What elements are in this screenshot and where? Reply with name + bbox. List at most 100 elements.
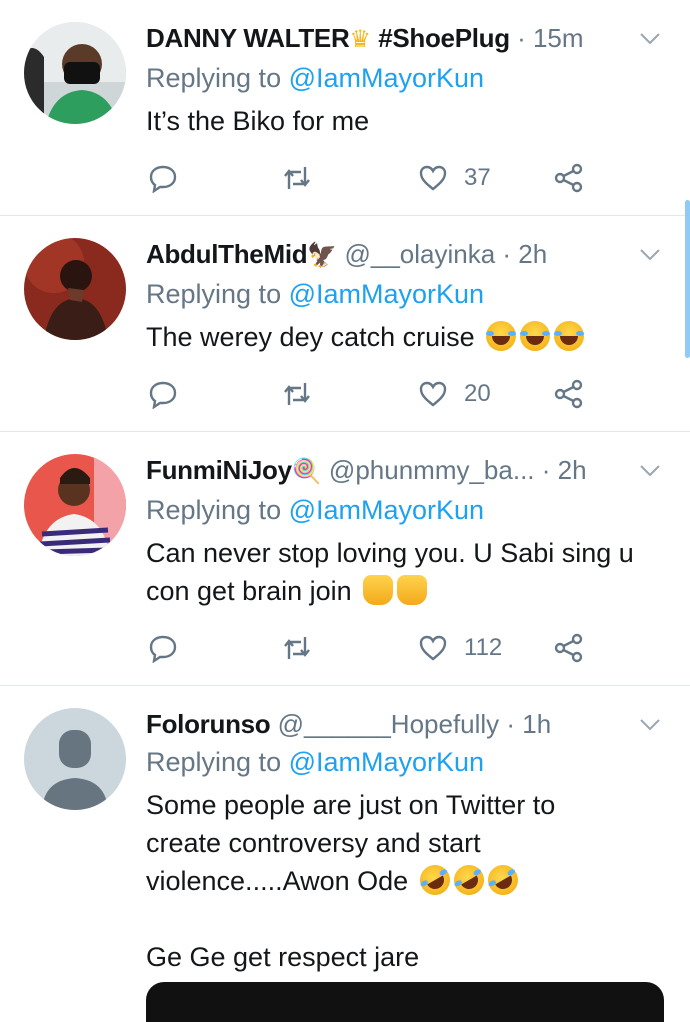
tweet-text-line: Ge Ge get respect jare (146, 942, 420, 972)
laughing-emoji (554, 321, 585, 351)
like-count: 20 (464, 380, 491, 407)
handle[interactable]: @phunmmy_ba... (329, 455, 535, 485)
chevron-down-icon[interactable] (638, 242, 662, 266)
tweet-text: Can never stop loving you. U Sabi sing u… (146, 534, 660, 610)
tweet[interactable]: DANNY WALTER♛ #ShoePlug · 15m Replying t… (0, 0, 690, 216)
reply-icon (149, 165, 177, 193)
retweet-icon (284, 167, 310, 189)
mention-link[interactable]: @IamMayorKun (289, 747, 484, 777)
rofl-emoji (414, 859, 456, 901)
handle[interactable]: @__olayinka (344, 239, 495, 269)
crown-emoji: ♛ (349, 26, 371, 53)
avatar[interactable] (24, 238, 126, 340)
tweet-text-line (146, 900, 660, 938)
raising-hands-emoji (397, 575, 428, 605)
separator: · (509, 23, 533, 53)
tweet-actions: 112 (146, 628, 600, 668)
replying-prefix: Replying to (146, 495, 289, 525)
tweet[interactable]: Folorunso @______Hopefully · 1h Replying… (0, 686, 690, 996)
mention-link[interactable]: @IamMayorKun (289, 63, 484, 93)
timestamp[interactable]: 15m (533, 23, 584, 53)
tweet-text-span: con get brain join (146, 576, 352, 606)
lollipop-emoji: 🍭 (291, 458, 322, 485)
tweet-text-line: violence.....Awon Ode (146, 859, 660, 901)
tweet-text: Some people are just on Twitter to creat… (146, 786, 660, 976)
name-suffix: #ShoePlug (378, 23, 510, 53)
like-button[interactable]: 112 (418, 628, 502, 668)
share-icon (554, 163, 583, 193)
tweet-text-line: create controversy and start (146, 828, 481, 858)
share-button[interactable] (554, 374, 584, 414)
reply-button[interactable] (148, 158, 178, 198)
retweet-icon (284, 637, 310, 659)
replying-to: Replying to @IamMayorKun (146, 492, 484, 528)
mention-link[interactable]: @IamMayorKun (289, 279, 484, 309)
replying-to: Replying to @IamMayorKun (146, 744, 484, 780)
separator: · (534, 455, 558, 485)
timestamp[interactable]: 2h (558, 455, 587, 485)
eagle-emoji: 🦅 (307, 242, 338, 269)
chevron-down-icon[interactable] (638, 712, 662, 736)
avatar[interactable] (24, 22, 126, 124)
heart-icon (419, 165, 447, 191)
like-button[interactable]: 20 (418, 374, 491, 414)
tweet-text-span: violence.....Awon Ode (146, 866, 409, 896)
tweet[interactable]: FunmiNiJoy🍭 @phunmmy_ba... · 2h Replying… (0, 432, 690, 686)
display-name[interactable]: DANNY WALTER (146, 23, 350, 53)
heart-icon (419, 635, 447, 661)
avatar[interactable] (24, 454, 126, 556)
replying-prefix: Replying to (146, 747, 289, 777)
replying-to: Replying to @IamMayorKun (146, 276, 484, 312)
retweet-icon (284, 383, 310, 405)
like-button[interactable]: 37 (418, 158, 491, 198)
retweet-button[interactable] (282, 628, 312, 668)
avatar[interactable] (24, 708, 126, 810)
chevron-down-icon[interactable] (638, 26, 662, 50)
reply-button[interactable] (148, 628, 178, 668)
separator: · (495, 239, 519, 269)
laughing-emoji (486, 321, 517, 351)
laughing-emoji (520, 321, 551, 351)
tweet-text-line: Some people are just on Twitter to (146, 790, 556, 820)
display-name[interactable]: Folorunso (146, 709, 271, 739)
retweet-button[interactable] (282, 374, 312, 414)
share-icon (554, 633, 583, 663)
tweet[interactable]: AbdulTheMid🦅 @__olayinka · 2h Replying t… (0, 216, 690, 432)
timestamp[interactable]: 2h (518, 239, 547, 269)
reply-button[interactable] (148, 374, 178, 414)
chevron-down-icon[interactable] (638, 458, 662, 482)
replying-prefix: Replying to (146, 63, 289, 93)
share-button[interactable] (554, 628, 584, 668)
separator: · (499, 709, 523, 739)
heart-icon (419, 381, 447, 407)
tweet-text-line: It’s the Biko for me (146, 106, 370, 136)
replying-prefix: Replying to (146, 279, 289, 309)
display-name[interactable]: FunmiNiJoy (146, 455, 292, 485)
scrollbar[interactable] (685, 200, 690, 358)
timestamp[interactable]: 1h (522, 709, 551, 739)
rofl-emoji (482, 859, 524, 901)
share-button[interactable] (554, 158, 584, 198)
handle[interactable]: @______Hopefully (278, 709, 500, 739)
tweet-text-line: Can never stop loving you. U Sabi sing u (146, 538, 634, 568)
tweet-actions: 37 (146, 158, 600, 198)
tweet-actions: 20 (146, 374, 600, 414)
tweet-header: AbdulTheMid🦅 @__olayinka · 2h (146, 236, 620, 272)
reply-icon (149, 635, 177, 663)
replying-to: Replying to @IamMayorKun (146, 60, 484, 96)
tweet-header: Folorunso @______Hopefully · 1h (146, 706, 620, 742)
like-count: 37 (464, 164, 491, 191)
share-icon (554, 379, 583, 409)
reply-icon (149, 381, 177, 409)
tweet-text: The werey dey catch cruise (146, 318, 660, 356)
tweet-text-line: The werey dey catch cruise (146, 318, 660, 356)
tweet-text: It’s the Biko for me (146, 102, 660, 140)
mention-link[interactable]: @IamMayorKun (289, 495, 484, 525)
retweet-button[interactable] (282, 158, 312, 198)
tweet-header: DANNY WALTER♛ #ShoePlug · 15m (146, 20, 620, 56)
media-preview[interactable] (146, 982, 664, 1022)
tweet-text-span: The werey dey catch cruise (146, 322, 475, 352)
like-count: 112 (464, 634, 503, 661)
tweet-header: FunmiNiJoy🍭 @phunmmy_ba... · 2h (146, 452, 620, 488)
display-name[interactable]: AbdulTheMid (146, 239, 308, 269)
